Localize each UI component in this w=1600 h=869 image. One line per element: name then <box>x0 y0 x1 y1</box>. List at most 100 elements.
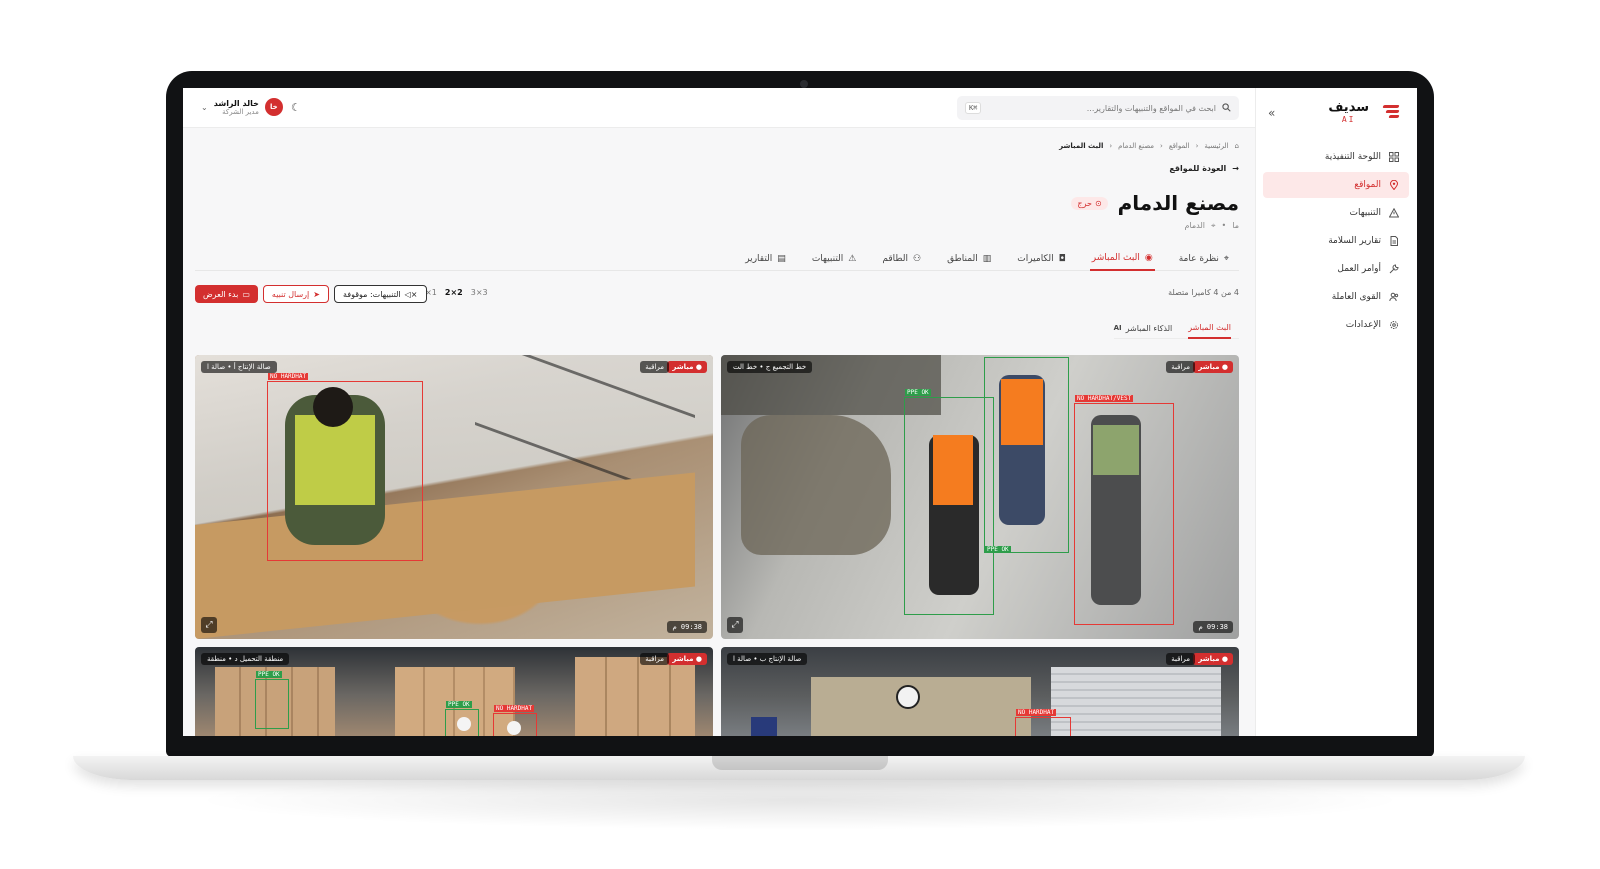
cast-icon: ▭ <box>242 289 250 299</box>
home-icon: ⌂ <box>1234 142 1239 150</box>
page-title: مصنع الدمام <box>1117 191 1239 215</box>
send-alert-button[interactable]: إرسال تنبيه ➤ <box>262 285 329 303</box>
camera-icon: ◘ <box>1058 254 1066 264</box>
camera-label: منطقة التحميل د • منطقة <box>201 653 290 665</box>
sidebar-item-dashboard[interactable]: اللوحة التنفيذية <box>1263 144 1409 170</box>
detection-box: NO HARDHAT <box>493 705 537 736</box>
sidebar-item-label: المواقع <box>1354 180 1381 190</box>
tab-live-stream[interactable]: ◉ البث المباشر <box>1089 247 1155 271</box>
wrench-icon <box>1389 264 1399 274</box>
chevron-down-icon: ⌄ <box>201 102 208 112</box>
live-badge: ● مباشر <box>667 653 707 665</box>
camera-feed[interactable]: PPE OK NO HARDHAT/VEST PPE OK ● مباشر مر… <box>721 355 1239 639</box>
user-name: خالد الراشد <box>213 98 259 108</box>
camera-label: صالة الإنتاج ب • صالة ا <box>727 653 808 665</box>
back-to-sites-link[interactable]: → العودة للمواقع <box>1169 164 1239 173</box>
monitor-badge: مراقبة <box>640 653 669 665</box>
subtab-live-ai[interactable]: الذكاء المباشر AI <box>1114 317 1173 339</box>
subtab-live[interactable]: البث المباشر <box>1188 317 1231 339</box>
map-pin-icon <box>1389 180 1399 190</box>
collapse-sidebar-icon[interactable]: » <box>1268 106 1275 120</box>
status-badge: ⊙ حرج <box>1071 196 1108 210</box>
breadcrumb-current: البث المباشر <box>1059 142 1104 150</box>
search-input[interactable]: ابحث في المواقع والتنبيهات والتقارير... … <box>957 96 1239 120</box>
back-link-label: العودة للمواقع <box>1169 164 1227 173</box>
detection-box: NO HARDHAT <box>267 373 423 561</box>
search-placeholder: ابحث في المواقع والتنبيهات والتقارير... <box>1086 103 1216 113</box>
monitor-badge: مراقبة <box>640 361 669 373</box>
tab-overview[interactable]: ⌖ نظرة عامة <box>1177 247 1231 271</box>
box-stack <box>575 657 695 736</box>
view-subtabs: البث المباشر الذكاء المباشر AI <box>1113 317 1239 339</box>
live-badge: ● مباشر <box>1193 653 1233 665</box>
breadcrumb: ⌂ الرئيسية ‹ المواقع ‹ مصنع الدمام ‹ الب… <box>1059 142 1239 150</box>
vending-machine <box>751 717 777 736</box>
arrow-right-icon: → <box>1232 164 1239 173</box>
camera-time: 09:38 م <box>667 621 707 633</box>
tab-crew[interactable]: ⚇ الطاقم <box>880 247 923 271</box>
action-buttons: بدء العرض ▭ إرسال تنبيه ➤ التنبيهات: موق… <box>195 285 427 303</box>
breadcrumb-home[interactable]: الرئيسية <box>1204 142 1228 150</box>
camera-feed[interactable]: PPE OK PPE OK NO HARDHAT ● مباشر مراقبة … <box>195 647 713 736</box>
camera-feed[interactable]: NO HARDHAT ● مباشر مراقبة صالة الإنتاج أ… <box>195 355 713 639</box>
brand[interactable]: سديف AI <box>1328 100 1400 124</box>
sidebar-item-label: أوامر العمل <box>1337 264 1381 274</box>
site-city: الدمام <box>1184 221 1206 230</box>
alerts-mute-button[interactable]: التنبيهات: موقوفة ◁× <box>333 285 427 303</box>
topbar: ابحث في المواقع والتنبيهات والتقارير... … <box>183 88 1255 128</box>
dark-mode-toggle-icon[interactable]: ☾ <box>291 101 301 114</box>
laptop-notch <box>712 756 888 770</box>
detection-box: PPE OK <box>445 701 479 736</box>
live-badge: ● مباشر <box>1193 361 1233 373</box>
detection-box: PPE OK <box>255 671 289 729</box>
user-menu[interactable]: خا خالد الراشد مدير الشركة ⌄ <box>201 98 283 116</box>
document-icon: ▤ <box>777 254 786 264</box>
sidebar-item-workforce[interactable]: القوى العاملة <box>1263 284 1409 310</box>
tab-zones[interactable]: ▥ المناطق <box>945 247 993 271</box>
grid-icon <box>1389 152 1399 162</box>
send-icon: ➤ <box>313 289 320 299</box>
user-role: مدير الشركة <box>222 107 259 116</box>
sidebar-item-settings[interactable]: الإعدادات <box>1263 312 1409 338</box>
breadcrumb-site[interactable]: مصنع الدمام <box>1118 142 1154 150</box>
camera-grid: PPE OK NO HARDHAT/VEST PPE OK ● مباشر مر… <box>195 355 1239 736</box>
expand-icon[interactable]: ⤢ <box>201 617 217 633</box>
layout-switch: 1×1 2×2 3×3 <box>420 288 488 297</box>
expand-icon[interactable]: ⤢ <box>727 617 743 633</box>
start-show-button[interactable]: بدء العرض ▭ <box>195 285 258 303</box>
main-content: ⌂ الرئيسية ‹ المواقع ‹ مصنع الدمام ‹ الب… <box>195 128 1239 736</box>
tab-reports[interactable]: ▤ التقارير <box>743 247 788 271</box>
layout-option-3x3[interactable]: 3×3 <box>471 288 488 297</box>
users-icon <box>1389 292 1399 302</box>
document-icon <box>1389 236 1399 246</box>
detection-box: PPE OK <box>904 389 994 615</box>
layout-option-2x2[interactable]: 2×2 <box>445 288 463 297</box>
device-mockup: سديف AI » اللوحة التنفيذية المواقع التنب… <box>0 0 1600 869</box>
tab-alerts[interactable]: ⚠ التنبيهات <box>810 247 859 271</box>
sidebar-item-safety-reports[interactable]: تقارير السلامة <box>1263 228 1409 254</box>
search-shortcut: ⌘K <box>965 102 982 114</box>
sidebar-item-label: التنبيهات <box>1349 208 1381 218</box>
detection-box: PPE OK <box>984 357 1069 553</box>
camera-feed[interactable]: NO HARDHAT ● مباشر مراقبة صالة الإنتاج ب… <box>721 647 1239 736</box>
breadcrumb-sites[interactable]: المواقع <box>1169 142 1190 150</box>
sidebar-item-label: الإعدادات <box>1345 320 1381 330</box>
tab-cameras[interactable]: ◘ الكاميرات <box>1015 247 1068 271</box>
app-screen: سديف AI » اللوحة التنفيذية المواقع التنب… <box>183 88 1417 736</box>
sidebar-item-label: القوى العاملة <box>1331 292 1381 302</box>
sidebar-item-alerts[interactable]: التنبيهات <box>1263 200 1409 226</box>
camera-count: 4 من 4 كاميرا متصلة <box>1168 288 1239 297</box>
eye-icon: ◉ <box>1144 253 1153 263</box>
sidebar-item-sites[interactable]: المواقع <box>1263 172 1409 198</box>
speaker-mute-icon: ◁× <box>404 289 418 299</box>
avatar: خا <box>264 98 283 116</box>
sidebar-item-work-orders[interactable]: أوامر العمل <box>1263 256 1409 282</box>
monitor-badge: مراقبة <box>1166 653 1195 665</box>
camera-time: 09:38 م <box>1193 621 1233 633</box>
sidebar-nav: اللوحة التنفيذية المواقع التنبيهات تقاري… <box>1263 144 1409 340</box>
site-tabs: ⌖ نظرة عامة ◉ البث المباشر ◘ الكاميرات ▥ الم… <box>195 247 1239 271</box>
live-badge: ● مباشر <box>667 361 707 373</box>
brand-suffix: AI <box>1341 115 1356 124</box>
site-office <box>811 677 1031 736</box>
users-icon: ⚇ <box>913 254 922 264</box>
